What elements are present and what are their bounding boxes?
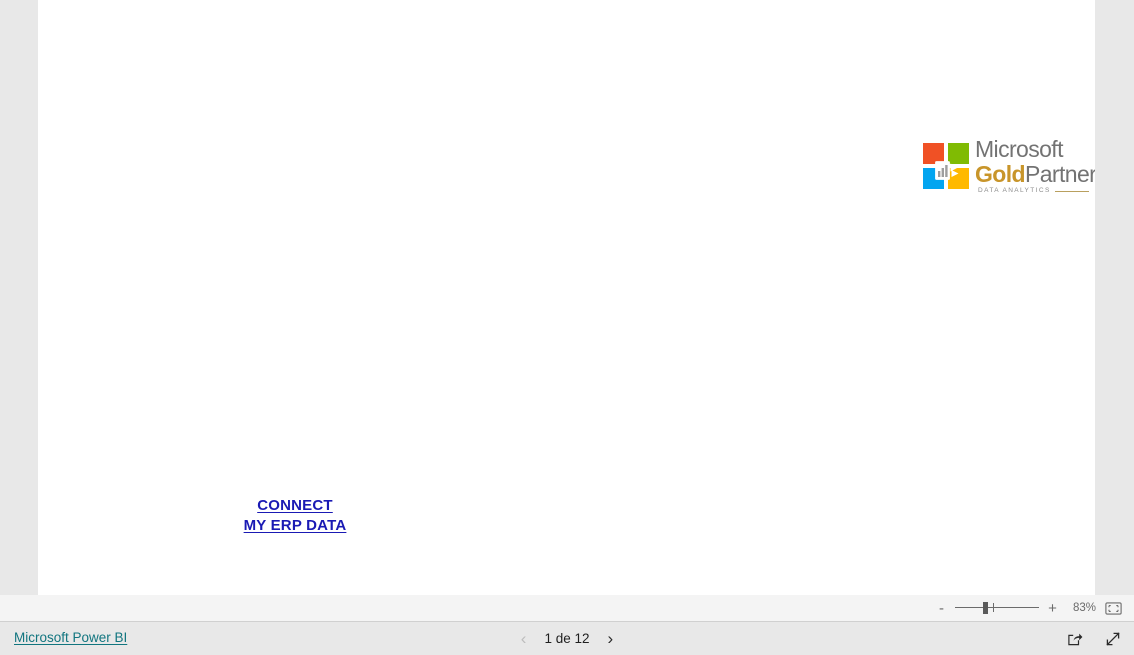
connect-link[interactable]: CONNECT (206, 496, 384, 516)
page-navigation: ‹ 1 de 12 › (0, 622, 1134, 655)
microsoft-gold-partner-logo: Microsoft GoldPartner DATA ANALYTICS (923, 136, 1095, 200)
logo-tagline-rule (1054, 190, 1089, 192)
zoom-in-button[interactable]: + (1048, 601, 1057, 616)
logo-tagline-text: DATA ANALYTICS (978, 187, 1051, 194)
footer-bar: Microsoft Power BI ‹ 1 de 12 › (0, 622, 1134, 655)
zoom-slider-thumb[interactable] (983, 602, 988, 614)
logo-goldpartner-text: GoldPartner (975, 161, 1095, 187)
report-canvas: Microsoft GoldPartner DATA ANALYTICS CON… (38, 0, 1095, 595)
erp-link-block: CONNECT MY ERP DATA (206, 496, 384, 536)
zoom-toolbar: - + 83% (0, 595, 1134, 622)
chevron-right-icon[interactable]: › (608, 630, 614, 647)
logo-microsoft-text: Microsoft (975, 136, 1064, 162)
footer-actions (1067, 622, 1121, 655)
partner-logo-wordmark: Microsoft GoldPartner (975, 136, 1095, 187)
share-icon[interactable] (1067, 631, 1083, 647)
zoom-slider-track (955, 607, 1039, 608)
zoom-controls: - + 83% (937, 595, 1122, 621)
fit-to-page-icon[interactable] (1105, 601, 1122, 615)
logo-partner-text: Partner (1024, 161, 1095, 187)
zoom-out-button[interactable]: - (937, 601, 946, 616)
microsoft-squares-icon (923, 143, 971, 191)
logo-gold-text: Gold (975, 161, 1026, 187)
page-indicator-label: 1 de 12 (544, 631, 590, 646)
zoom-level-label: 83% (1072, 602, 1096, 614)
chevron-left-icon[interactable]: ‹ (521, 630, 527, 647)
power-bi-icon (935, 161, 959, 180)
partner-logo-tagline: DATA ANALYTICS (978, 187, 1089, 195)
fullscreen-icon[interactable] (1105, 631, 1121, 647)
zoom-slider-tick (993, 603, 994, 612)
zoom-slider[interactable] (955, 601, 1039, 615)
power-bi-report-viewer: Microsoft GoldPartner DATA ANALYTICS CON… (0, 0, 1134, 655)
my-erp-data-link[interactable]: MY ERP DATA (206, 516, 384, 536)
power-bi-brand-link[interactable]: Microsoft Power BI (14, 630, 127, 645)
